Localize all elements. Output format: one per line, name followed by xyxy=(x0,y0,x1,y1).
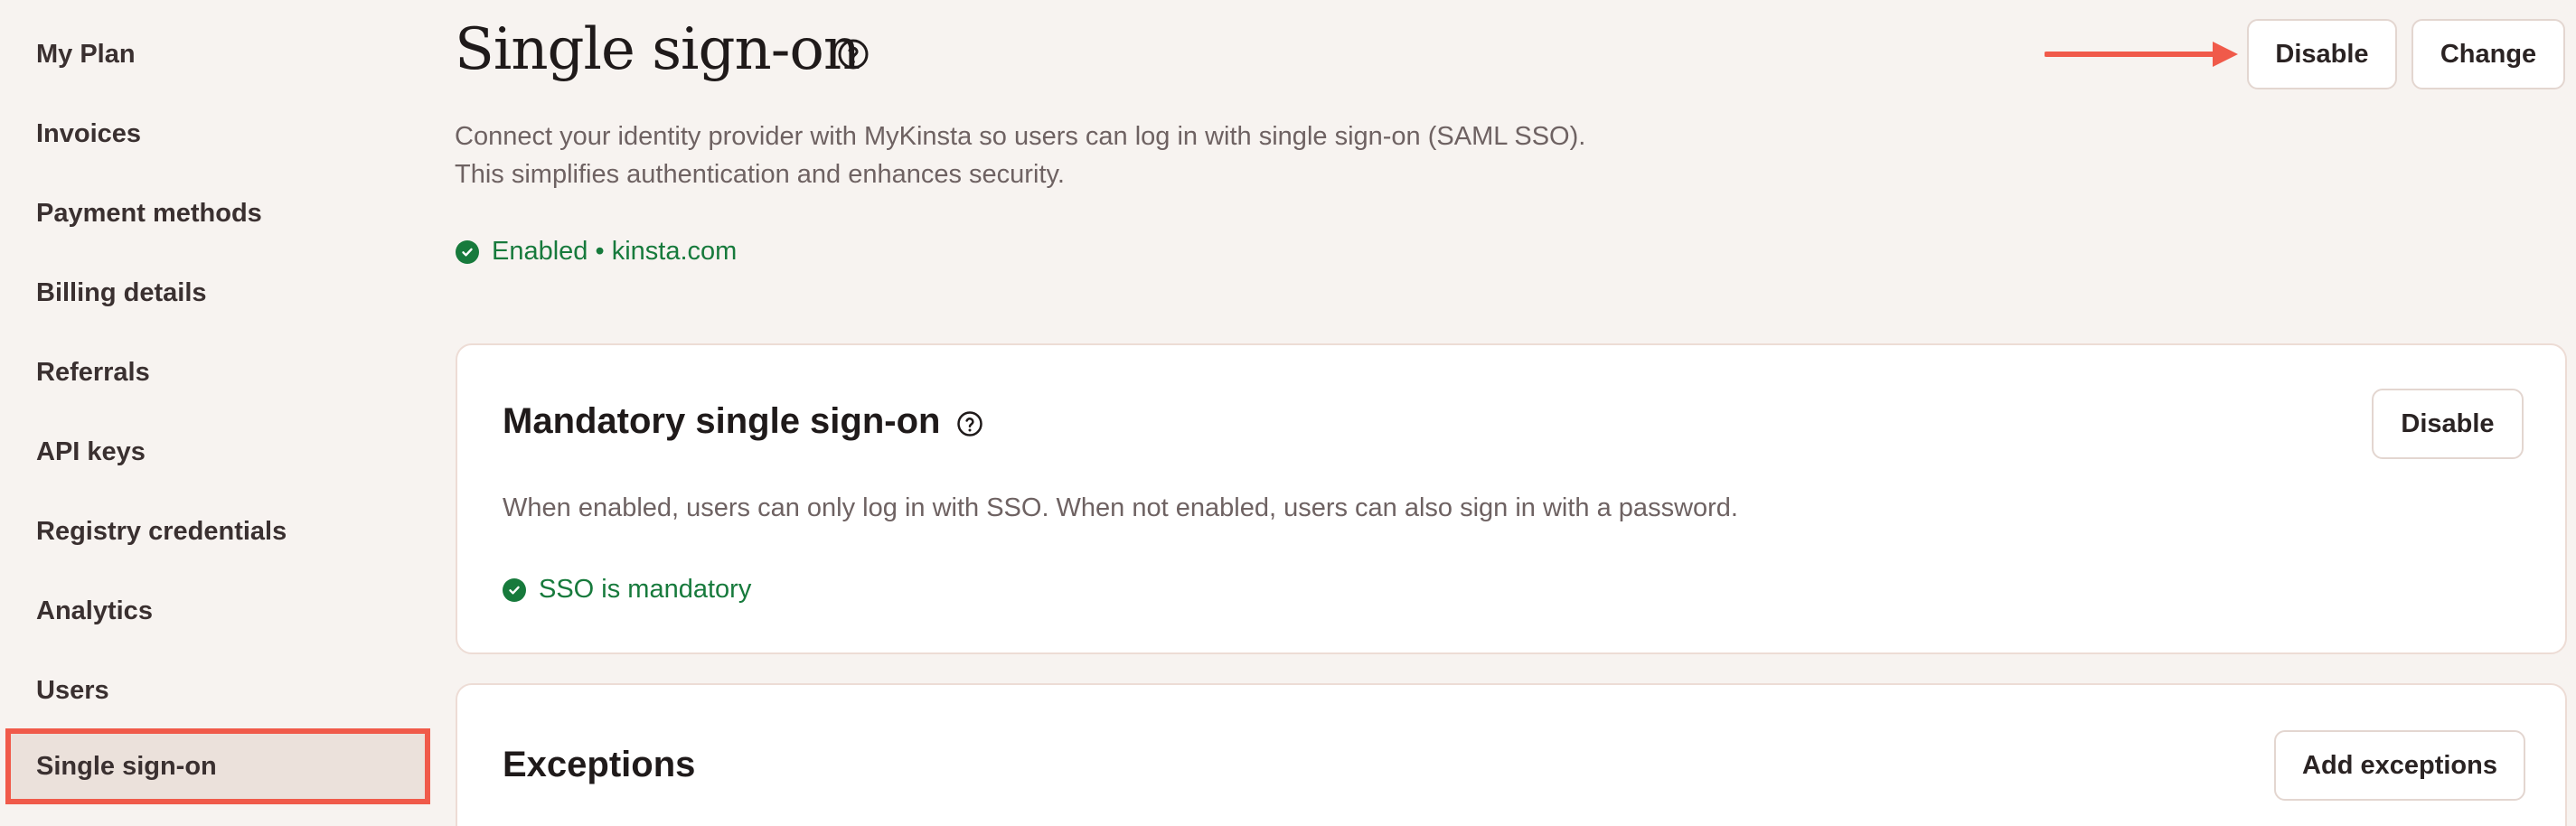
sidebar-item-users[interactable]: Users xyxy=(5,652,430,728)
sidebar-item-my-plan[interactable]: My Plan xyxy=(5,16,430,92)
sidebar-item-label: Referrals xyxy=(36,357,150,387)
sidebar-item-label: Users xyxy=(36,675,109,705)
button-label: Disable xyxy=(2275,39,2369,69)
status-text: SSO is mandatory xyxy=(539,575,752,604)
sidebar-item-label: Registry credentials xyxy=(36,516,287,546)
sidebar-item-invoices[interactable]: Invoices xyxy=(5,96,430,172)
status-text: Enabled • kinsta.com xyxy=(492,237,738,266)
card-description: When enabled, users can only log in with… xyxy=(503,493,1738,522)
sidebar-item-label: Billing details xyxy=(36,277,207,307)
page-description: Connect your identity provider with MyKi… xyxy=(455,117,1585,193)
sidebar-item-payment-methods[interactable]: Payment methods xyxy=(5,175,430,251)
card-title: Exceptions xyxy=(503,745,696,784)
sidebar: My Plan Invoices Payment methods Billing… xyxy=(0,0,434,826)
sidebar-item-label: Single sign-on xyxy=(36,751,217,781)
disable-sso-button[interactable]: Disable xyxy=(2247,19,2397,89)
button-label: Add exceptions xyxy=(2302,750,2497,780)
sidebar-item-billing-details[interactable]: Billing details xyxy=(5,255,430,331)
button-label: Disable xyxy=(2401,408,2495,438)
sidebar-item-label: Invoices xyxy=(36,118,142,148)
exceptions-card: Exceptions Add exceptions xyxy=(456,683,2567,826)
sidebar-item-referrals[interactable]: Referrals xyxy=(5,334,430,410)
add-exceptions-button[interactable]: Add exceptions xyxy=(2274,730,2525,801)
sidebar-item-label: Analytics xyxy=(36,596,153,625)
question-circle-icon[interactable] xyxy=(954,408,985,439)
mandatory-status: SSO is mandatory xyxy=(503,575,751,605)
check-circle-icon xyxy=(503,577,526,602)
arrow-right-icon xyxy=(2045,42,2238,67)
description-line: Connect your identity provider with MyKi… xyxy=(455,122,1586,151)
mandatory-sso-card: Mandatory single sign-on When enabled, u… xyxy=(456,343,2567,654)
button-label: Change xyxy=(2440,39,2537,69)
sidebar-item-label: API keys xyxy=(36,436,146,466)
card-title: Mandatory single sign-on xyxy=(503,401,941,441)
page: My Plan Invoices Payment methods Billing… xyxy=(0,0,2576,826)
disable-mandatory-button[interactable]: Disable xyxy=(2372,389,2524,459)
sidebar-item-analytics[interactable]: Analytics xyxy=(5,573,430,649)
page-title: Single sign-on xyxy=(455,16,860,83)
sidebar-item-registry-credentials[interactable]: Registry credentials xyxy=(5,493,430,569)
description-line: This simplifies authentication and enhan… xyxy=(455,160,1065,189)
sso-status: Enabled • kinsta.com xyxy=(456,237,737,267)
sidebar-item-label: Payment methods xyxy=(36,198,262,228)
change-sso-button[interactable]: Change xyxy=(2411,19,2565,89)
sidebar-item-label: My Plan xyxy=(36,39,136,69)
sidebar-item-api-keys[interactable]: API keys xyxy=(5,414,430,490)
sidebar-item-single-sign-on[interactable]: Single sign-on xyxy=(5,728,430,804)
check-circle-icon xyxy=(456,239,479,264)
question-circle-icon[interactable] xyxy=(835,36,871,72)
